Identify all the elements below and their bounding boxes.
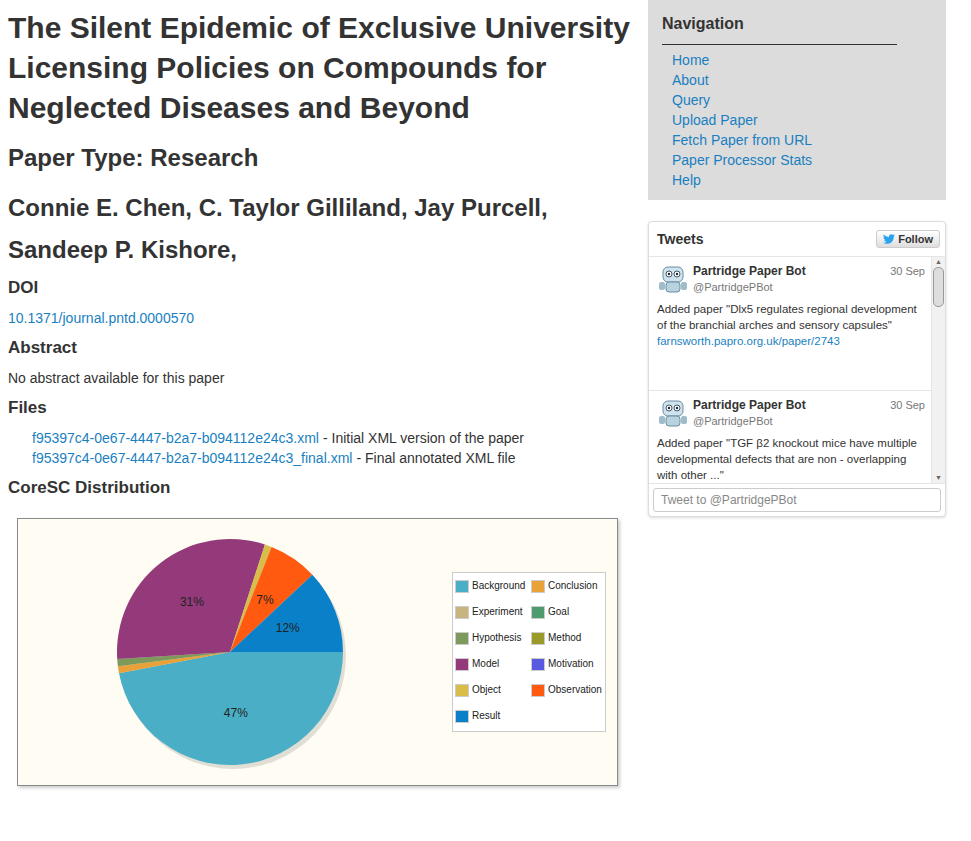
legend-swatch [455,658,469,671]
scroll-up-icon[interactable]: ▲ [935,257,942,267]
robot-avatar-icon [657,263,689,295]
legend-swatch [455,684,469,697]
robot-avatar-icon [657,397,689,429]
file-description: - Final annotated XML file [356,448,515,468]
file-link[interactable]: f95397c4-0e67-4447-b2a7-b094112e24c3_fin… [32,448,352,468]
legend-swatch [455,606,469,619]
nav-link[interactable]: Home [672,50,932,70]
tweets-widget: TweetsFollowPartridge Paper Bot30 Sep@Pa… [648,221,946,517]
tweets-header: Tweets Follow [649,222,945,257]
navigation-list: HomeAboutQueryUpload PaperFetch Paper fr… [662,50,932,190]
legend-swatch [531,606,545,619]
legend-swatch [531,658,545,671]
slice-label: 12% [276,621,300,635]
legend-item: Result [455,707,531,725]
follow-button[interactable]: Follow [876,230,940,248]
nav-link[interactable]: About [672,70,932,90]
tweet: Partridge Paper Bot 30 Sep@PartridgePBot A… [649,257,931,391]
tweet-input[interactable] [653,488,941,512]
nav-link[interactable]: Query [672,90,932,110]
tweet-list-wrap: Partridge Paper Bot30 Sep@PartridgePBotA… [649,257,945,484]
doi-link[interactable]: 10.1371/journal.pntd.0000570 [8,310,194,326]
nav-link[interactable]: Help [672,170,932,190]
legend-item: Object [455,681,531,699]
sidebar: Navigation HomeAboutQueryUpload PaperFetc… [648,0,946,786]
legend-item: Method [531,629,605,647]
pie-slice [230,575,343,652]
legend-swatch [455,710,469,723]
slice-label: 47% [224,706,248,720]
legend-swatch [531,684,545,697]
file-list: f95397c4-0e67-4447-b2a7-b094112e24c3.xml… [8,428,633,468]
file-link[interactable]: f95397c4-0e67-4447-b2a7-b094112e24c3.xml [32,428,319,448]
legend-item: Goal [531,603,605,621]
authors: Connie E. Chen, C. Taylor Gilliland, Jay… [8,187,633,271]
chart-legend: BackgroundConclusionExperimentGoalHypoth… [452,572,606,732]
tweet-date[interactable]: 30 Sep [890,263,925,279]
chart-box: 47% 31% 7%12% BackgroundConclusionExperimen… [17,518,618,786]
paper-title: The Silent Epidemic of Exclusive Univers… [8,8,633,128]
tweet-link[interactable]: farnsworth.papro.org.uk/paper/2743 [657,333,925,349]
nav-link[interactable]: Upload Paper [672,110,932,130]
legend-item: Hypothesis [455,629,531,647]
file-row: f95397c4-0e67-4447-b2a7-b094112e24c3.xml… [32,428,633,448]
tweet-handle[interactable]: @PartridgePBot [693,413,925,429]
tweet-text: Added paper "TGF β2 knockout mice have m… [657,435,925,483]
page: The Silent Epidemic of Exclusive Univers… [0,0,971,786]
tweet-list: Partridge Paper Bot30 Sep@PartridgePBotA… [649,257,931,483]
legend-swatch [531,580,545,593]
legend-swatch [531,632,545,645]
legend-swatch [455,632,469,645]
tweet-date[interactable]: 30 Sep [890,397,925,413]
files-heading: Files [8,396,633,420]
legend-item: Background [455,577,531,595]
chart-heading: CoreSC Distribution [8,476,633,500]
legend-item: Model [455,655,531,673]
paper-details: The Silent Epidemic of Exclusive Univers… [8,0,633,786]
scrollbar[interactable]: ▲▼ [931,257,945,483]
legend-swatch [455,580,469,593]
file-row: f95397c4-0e67-4447-b2a7-b094112e24c3_fin… [32,448,633,468]
legend-item: Conclusion [531,577,605,595]
nav-link[interactable]: Paper Processor Stats [672,150,932,170]
legend-item: Motivation [531,655,605,673]
slice-label: 7% [256,593,274,607]
tweet: Partridge Paper Bot 30 Sep@PartridgePBot A… [649,391,931,483]
scroll-down-icon[interactable]: ▼ [935,473,942,483]
tweet-author[interactable]: Partridge Paper Bot [693,263,806,279]
tweet-text: Added paper "Dlx5 regulates regional dev… [657,301,925,349]
abstract-text: No abstract available for this paper [8,368,633,388]
navigation-title: Navigation [662,14,897,45]
abstract-heading: Abstract [8,336,633,360]
navigation: Navigation HomeAboutQueryUpload PaperFetc… [648,0,946,200]
slice-label: 31% [180,595,204,609]
file-description: - Initial XML version of the paper [323,428,524,448]
doi-row: 10.1371/journal.pntd.0000570 [8,308,633,328]
scroll-thumb[interactable] [933,267,944,307]
legend-item: Observation [531,681,605,699]
paper-type: Paper Type: Research [8,141,633,175]
pie-slice [119,652,343,765]
legend-item: Experiment [455,603,531,621]
tweet-author[interactable]: Partridge Paper Bot [693,397,806,413]
doi-heading: DOI [8,276,633,300]
pie-chart: 47% 31% 7%12% [18,519,452,785]
tweets-title: Tweets [657,231,703,247]
tweet-handle[interactable]: @PartridgePBot [693,279,925,295]
nav-link[interactable]: Fetch Paper from URL [672,130,932,150]
twitter-bird-icon [883,233,895,245]
